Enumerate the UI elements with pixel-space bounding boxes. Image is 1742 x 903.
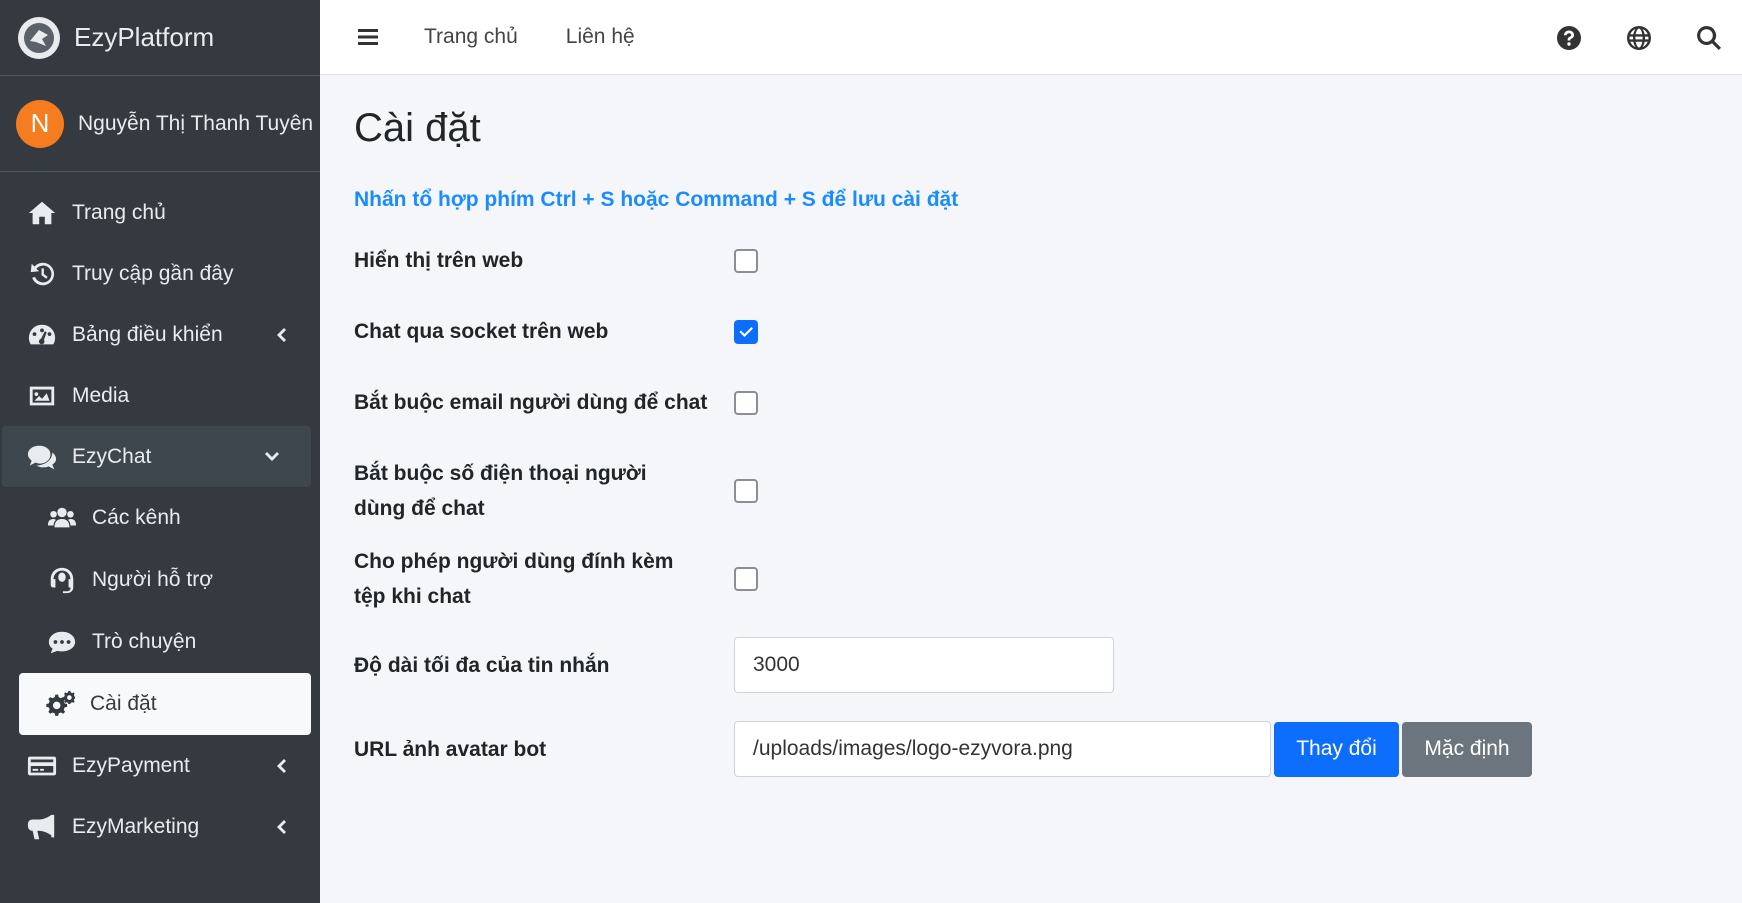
- allow-attachments-checkbox[interactable]: [734, 567, 758, 591]
- save-hint: Nhấn tổ hợp phím Ctrl + S hoặc Command +…: [354, 188, 959, 211]
- top-navbar: Trang chủ Liên hệ: [320, 0, 1742, 75]
- setting-row-require-email: Bắt buộc email người dùng để chat: [354, 385, 1714, 420]
- setting-row-socket-chat: Chat qua socket trên web: [354, 314, 1714, 349]
- top-link-contact[interactable]: Liên hệ: [566, 25, 635, 49]
- megaphone-icon: [26, 811, 58, 843]
- max-length-input[interactable]: 3000: [734, 637, 1114, 693]
- setting-label: Bắt buộc email người dùng để chat: [354, 391, 708, 414]
- sidebar-item-label: Các kênh: [92, 506, 181, 529]
- sidebar-item-label: EzyMarketing: [72, 814, 200, 838]
- sidebar-item-label: Cài đặt: [90, 692, 157, 715]
- sidebar: EzyPlatform N Nguyễn Thị Thanh Tuyên Tra…: [0, 0, 320, 903]
- check-icon: [739, 326, 753, 337]
- chevron-left-icon: [272, 757, 290, 775]
- require-email-checkbox[interactable]: [734, 390, 758, 415]
- sidebar-item-conversations[interactable]: Trò chuyện: [0, 611, 320, 673]
- setting-label: Bắt buộc số điện thoại người dùng để cha…: [354, 462, 647, 520]
- setting-row-allow-attachments: Cho phép người dùng đính kèm tệp khi cha…: [354, 544, 1714, 614]
- menu-toggle-icon[interactable]: [356, 25, 380, 49]
- sidebar-item-media[interactable]: Media: [0, 365, 320, 426]
- sidebar-item-label: Người hỗ trợ: [92, 568, 213, 591]
- setting-label: Chat qua socket trên web: [354, 320, 609, 343]
- globe-icon[interactable]: [1626, 25, 1652, 51]
- setting-row-show-on-web: Hiển thị trên web: [354, 243, 1714, 278]
- image-icon: [26, 380, 58, 412]
- setting-row-max-length: Độ dài tối đa của tin nhắn 3000: [354, 637, 1714, 693]
- setting-row-require-phone: Bắt buộc số điện thoại người dùng để cha…: [354, 456, 1714, 526]
- chevron-down-icon: [263, 448, 281, 466]
- sidebar-item-label: EzyChat: [72, 444, 152, 468]
- users-icon: [46, 502, 78, 534]
- setting-row-avatar-url: URL ảnh avatar bot /uploads/images/logo-…: [354, 721, 1714, 777]
- search-icon[interactable]: [1696, 25, 1722, 51]
- home-icon: [26, 197, 58, 229]
- change-button[interactable]: Thay đổi: [1274, 721, 1399, 777]
- credit-card-icon: [26, 750, 58, 782]
- require-phone-checkbox[interactable]: [734, 479, 758, 503]
- brand-name: EzyPlatform: [74, 22, 215, 52]
- sidebar-item-recent[interactable]: Truy cập gần đây: [0, 243, 320, 304]
- user-name: Nguyễn Thị Thanh Tuyên: [78, 111, 314, 135]
- top-actions: [1512, 0, 1722, 75]
- sidebar-item-channels[interactable]: Các kênh: [0, 487, 320, 549]
- avatar: N: [16, 99, 64, 148]
- socket-chat-checkbox[interactable]: [734, 319, 758, 344]
- comment-icon: [46, 626, 78, 658]
- page-title: Cài đặt: [354, 106, 481, 150]
- show-on-web-checkbox[interactable]: [734, 248, 758, 273]
- brand-logo-icon: [18, 16, 60, 59]
- help-icon[interactable]: [1556, 25, 1582, 51]
- gears-icon: [44, 688, 76, 720]
- chat-icon: [26, 441, 58, 473]
- sidebar-item-label: Trò chuyện: [92, 630, 197, 653]
- sidebar-item-supporters[interactable]: Người hỗ trợ: [0, 549, 320, 611]
- setting-label: Hiển thị trên web: [354, 249, 524, 272]
- main-content: Cài đặt Nhấn tổ hợp phím Ctrl + S hoặc C…: [354, 76, 1714, 777]
- sidebar-item-label: Trang chủ: [72, 200, 166, 224]
- default-button[interactable]: Mặc định: [1402, 721, 1532, 777]
- sidebar-item-settings[interactable]: Cài đặt: [19, 673, 311, 735]
- sidebar-item-label: Bảng điều khiển: [72, 322, 223, 346]
- dashboard-icon: [26, 319, 58, 351]
- history-icon: [26, 258, 58, 290]
- avatar-url-input[interactable]: /uploads/images/logo-ezyvora.png: [734, 721, 1271, 777]
- sidebar-item-dashboard[interactable]: Bảng điều khiển: [0, 304, 320, 365]
- sidebar-item-label: Truy cập gần đây: [72, 261, 234, 285]
- sidebar-nav: Trang chủ Truy cập gần đây Bảng điều khi…: [0, 182, 320, 857]
- headset-icon: [46, 564, 78, 596]
- user-panel[interactable]: N Nguyễn Thị Thanh Tuyên: [0, 76, 320, 172]
- sidebar-item-home[interactable]: Trang chủ: [0, 182, 320, 243]
- chevron-left-icon: [272, 326, 290, 344]
- sidebar-item-ezymarketing[interactable]: EzyMarketing: [0, 796, 320, 857]
- top-link-home[interactable]: Trang chủ: [424, 25, 518, 49]
- sidebar-item-label: Media: [72, 383, 130, 407]
- sidebar-item-ezypayment[interactable]: EzyPayment: [0, 735, 320, 796]
- chevron-left-icon: [272, 818, 290, 836]
- setting-label: Cho phép người dùng đính kèm tệp khi cha…: [354, 550, 674, 608]
- setting-label: Độ dài tối đa của tin nhắn: [354, 653, 610, 677]
- brand[interactable]: EzyPlatform: [0, 0, 320, 76]
- setting-label: URL ảnh avatar bot: [354, 737, 547, 761]
- sidebar-item-label: EzyPayment: [72, 753, 190, 777]
- sidebar-item-ezychat[interactable]: EzyChat: [2, 426, 311, 487]
